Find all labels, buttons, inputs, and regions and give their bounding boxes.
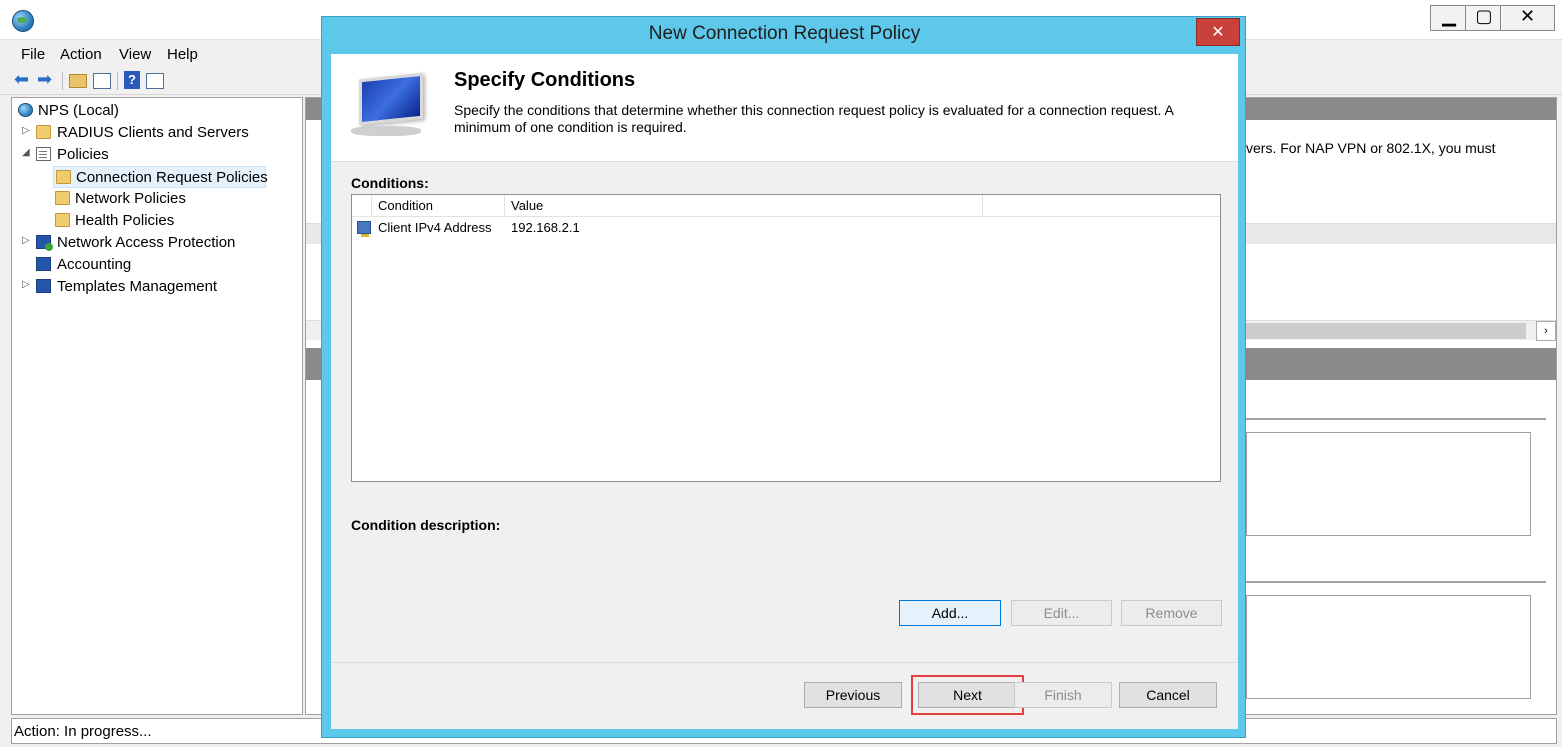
finish-button[interactable]: Finish [1014, 682, 1112, 708]
tree-item-label: RADIUS Clients and Servers [57, 124, 249, 141]
monitor-icon [351, 72, 429, 136]
scrollbar-thumb[interactable] [1246, 323, 1526, 339]
help-icon[interactable]: ? [124, 71, 140, 89]
folder-icon [55, 191, 70, 205]
tree-item-network-policies[interactable]: Network Policies [55, 189, 255, 209]
collapse-arrow-icon[interactable]: ◢ [22, 147, 30, 158]
folder-icon [36, 125, 51, 139]
column-header-condition[interactable]: Condition [372, 195, 505, 217]
section-divider [1246, 581, 1546, 583]
conditions-label: Conditions: [351, 175, 429, 191]
status-text: Action: In progress... [14, 723, 152, 740]
dialog-body: Specify Conditions Specify the condition… [331, 54, 1238, 729]
tree-item-health-policies[interactable]: Health Policies [55, 211, 255, 231]
next-button[interactable]: Next [918, 682, 1017, 708]
back-arrow-icon[interactable]: ⬅ [14, 71, 34, 91]
section-divider [1246, 418, 1546, 420]
tree-item-label: Accounting [57, 256, 132, 273]
nap-icon [36, 235, 53, 251]
tree-item-label: Templates Management [57, 278, 218, 295]
forward-arrow-icon[interactable]: ➡ [37, 71, 57, 91]
edit-condition-button[interactable]: Edit... [1011, 600, 1112, 626]
details-box [1246, 432, 1531, 536]
policies-icon [36, 147, 51, 161]
tree-item-label: Network Policies [75, 190, 186, 207]
up-folder-icon[interactable] [69, 74, 87, 88]
table-column-icon [352, 195, 372, 217]
folder-icon [55, 213, 70, 227]
menu-view[interactable]: View [119, 46, 151, 63]
tree-item-label: Network Access Protection [57, 234, 236, 251]
condition-cell: Client IPv4 Address [378, 220, 492, 235]
action-pane-icon[interactable] [146, 73, 164, 89]
table-row[interactable]: Client IPv4 Address 192.168.2.1 [352, 218, 1220, 238]
details-description: vers. For NAP VPN or 802.1X, you must [1246, 140, 1496, 156]
network-address-icon [357, 221, 371, 237]
conditions-table[interactable]: Condition Value Client IPv4 Address 192.… [351, 194, 1221, 482]
new-connection-request-policy-dialog: New Connection Request Policy ✕ Specify … [321, 16, 1246, 738]
dialog-close-button[interactable]: ✕ [1196, 18, 1240, 46]
tree-item-connection-request-policies[interactable]: Connection Request Policies [53, 166, 268, 188]
page-title: Specify Conditions [454, 69, 636, 91]
tree-item-label: NPS (Local) [38, 102, 119, 119]
show-hide-tree-icon[interactable] [93, 73, 111, 89]
tree-item-label: Connection Request Policies [76, 169, 268, 186]
add-condition-button[interactable]: Add... [899, 600, 1001, 626]
toolbar-separator [62, 72, 63, 90]
toolbar-separator [117, 72, 118, 90]
previous-button[interactable]: Previous [804, 682, 902, 708]
globe-icon [18, 103, 33, 117]
minimize-button[interactable]: ▁ [1430, 5, 1468, 31]
close-window-button[interactable]: ✕ [1500, 5, 1555, 31]
expand-arrow-icon[interactable]: ▷ [22, 279, 30, 290]
page-description: Specify the conditions that determine wh… [454, 102, 1174, 135]
table-header: Condition Value [352, 195, 1220, 217]
column-header-value[interactable]: Value [505, 195, 983, 217]
expand-arrow-icon[interactable]: ▷ [22, 235, 30, 246]
tree-item-label: Health Policies [75, 212, 175, 229]
scroll-right-arrow-icon[interactable]: › [1536, 321, 1556, 341]
menu-file[interactable]: File [21, 46, 45, 63]
footer-divider [331, 662, 1238, 663]
tree-item-accounting[interactable]: Accounting [22, 255, 222, 275]
remove-condition-button[interactable]: Remove [1121, 600, 1222, 626]
folder-icon [56, 170, 71, 184]
condition-description-label: Condition description: [351, 517, 501, 533]
dialog-title: New Connection Request Policy [648, 23, 921, 44]
expand-arrow-icon[interactable]: ▷ [22, 125, 30, 136]
console-tree: NPS (Local) ▷ RADIUS Clients and Servers… [11, 97, 303, 715]
tree-item-radius-clients[interactable]: ▷ RADIUS Clients and Servers [22, 123, 282, 143]
maximize-button[interactable]: ▢ [1465, 5, 1503, 31]
nps-app-icon [12, 10, 34, 32]
tree-item-network-access-protection[interactable]: ▷ Network Access Protection [22, 233, 282, 253]
tree-item-policies[interactable]: ◢ Policies [22, 145, 222, 165]
accounting-icon [36, 257, 51, 271]
templates-icon [36, 279, 51, 293]
tree-item-nps-local[interactable]: NPS (Local) [16, 101, 216, 121]
details-box [1246, 595, 1531, 699]
tree-item-label: Policies [57, 146, 109, 163]
menu-action[interactable]: Action [60, 46, 102, 63]
value-cell: 192.168.2.1 [511, 220, 580, 235]
cancel-button[interactable]: Cancel [1119, 682, 1217, 708]
dialog-header: Specify Conditions Specify the condition… [331, 54, 1238, 162]
menu-help[interactable]: Help [167, 46, 198, 63]
tree-item-templates-management[interactable]: ▷ Templates Management [22, 277, 282, 297]
